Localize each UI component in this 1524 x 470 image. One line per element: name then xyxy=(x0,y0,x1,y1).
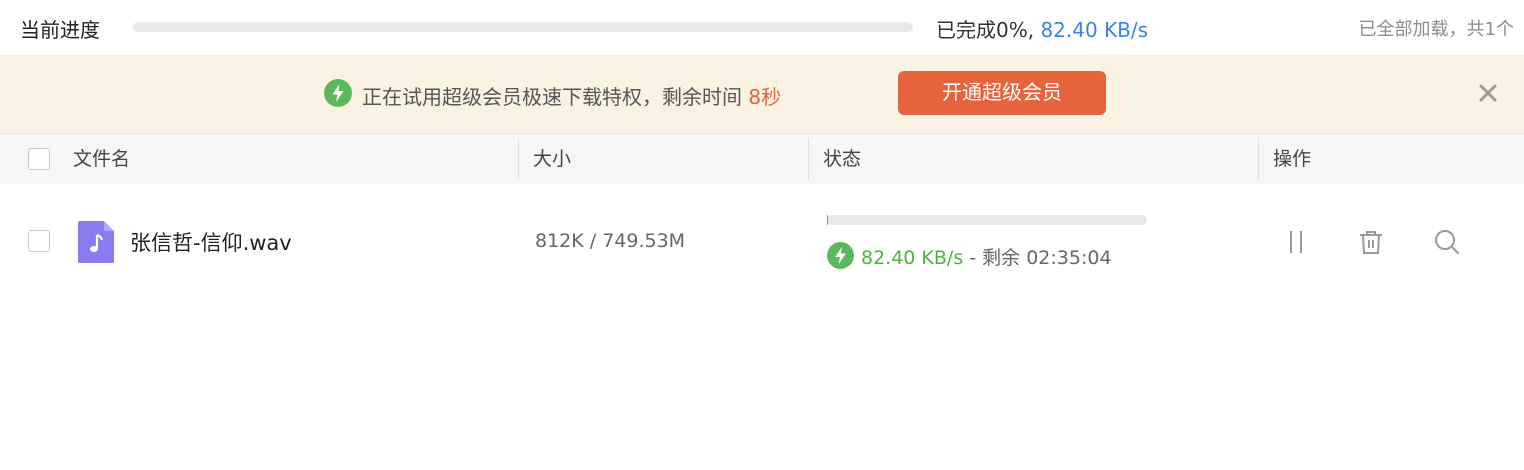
load-status: 已全部加载，共1个 xyxy=(1358,19,1514,40)
trash-icon[interactable] xyxy=(1357,228,1385,256)
column-divider[interactable] xyxy=(518,138,519,180)
completion-percent: 已完成0%, xyxy=(936,18,1035,42)
overall-progress-bar: 当前进度 已完成0%, 82.40 KB/s 已全部加载，共1个 xyxy=(0,0,1524,55)
row-checkbox[interactable] xyxy=(28,230,50,252)
vip-trial-banner: 正在试用超级会员极速下载特权，剩余时间 8秒 开通超级会员 xyxy=(0,54,1524,134)
file-speed: 82.40 KB/s xyxy=(861,247,964,269)
trial-message-text: 正在试用超级会员极速下载特权，剩余时间 xyxy=(362,85,742,109)
select-all-checkbox[interactable] xyxy=(28,148,50,170)
close-icon[interactable] xyxy=(1476,81,1500,105)
time-remaining: - 剩余 02:35:04 xyxy=(969,247,1112,269)
column-header-size[interactable]: 大小 xyxy=(533,134,571,184)
column-divider[interactable] xyxy=(1258,138,1259,180)
lightning-icon xyxy=(324,79,352,107)
music-file-icon xyxy=(78,221,114,263)
table-header: 文件名 大小 状态 操作 xyxy=(0,134,1524,184)
file-progress-track xyxy=(827,215,1147,225)
activate-vip-button[interactable]: 开通超级会员 xyxy=(898,71,1106,115)
column-divider[interactable] xyxy=(808,138,809,180)
overall-speed: 82.40 KB/s xyxy=(1040,18,1149,42)
table-row[interactable]: 张信哲-信仰.wav 812K / 749.53M 82.40 KB/s - 剩… xyxy=(0,185,1524,297)
pause-icon[interactable] xyxy=(1282,228,1310,256)
trial-message: 正在试用超级会员极速下载特权，剩余时间 8秒 xyxy=(362,81,781,110)
progress-title: 当前进度 xyxy=(20,18,100,42)
lightning-icon xyxy=(827,242,854,269)
file-name[interactable]: 张信哲-信仰.wav xyxy=(130,227,292,257)
file-size: 812K / 749.53M xyxy=(535,230,686,252)
search-icon[interactable] xyxy=(1433,228,1461,256)
column-header-status[interactable]: 状态 xyxy=(823,134,861,184)
completion-status: 已完成0%, 82.40 KB/s xyxy=(936,14,1148,43)
trial-seconds-left: 8秒 xyxy=(748,85,782,109)
column-header-filename[interactable]: 文件名 xyxy=(73,134,130,184)
download-status: 82.40 KB/s - 剩余 02:35:04 xyxy=(861,243,1112,270)
overall-progress-track xyxy=(133,22,913,32)
column-header-actions: 操作 xyxy=(1273,148,1312,170)
